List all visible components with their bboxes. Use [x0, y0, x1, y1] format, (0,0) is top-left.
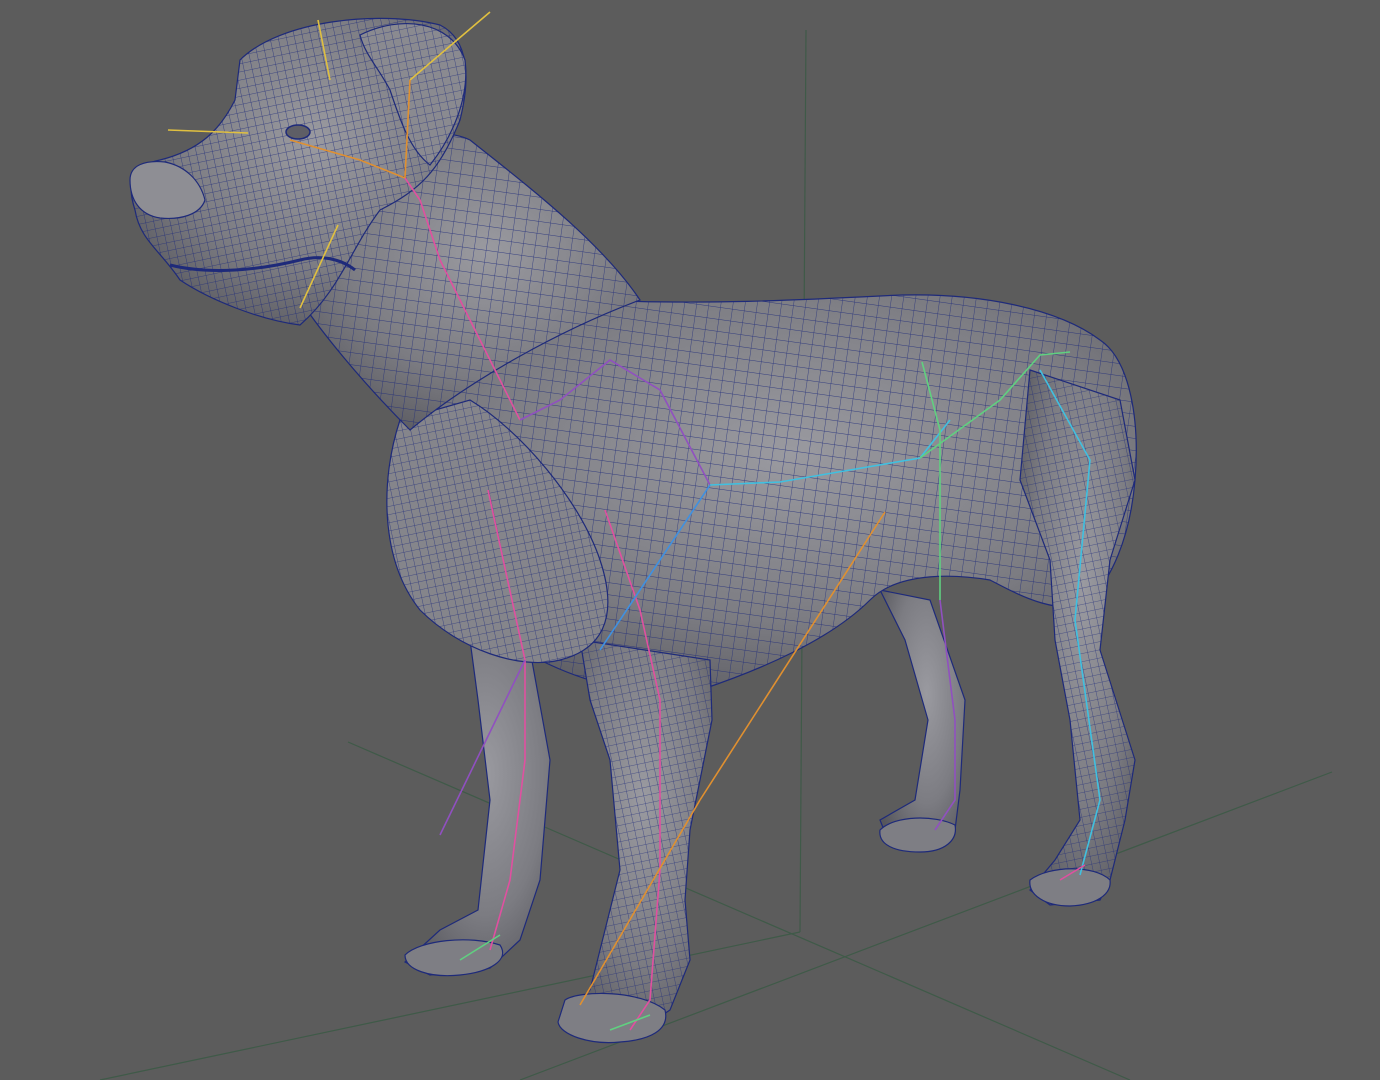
- paw-hind-far: [879, 817, 956, 853]
- paw-front-far: [404, 939, 504, 977]
- front-leg-far: [403, 639, 551, 976]
- dog-mesh[interactable]: [129, 17, 1137, 1044]
- dog-eye: [285, 124, 311, 140]
- 3d-viewport[interactable]: [0, 0, 1380, 1080]
- hind-leg-far: [878, 589, 966, 851]
- viewport-canvas[interactable]: [0, 0, 1380, 1080]
